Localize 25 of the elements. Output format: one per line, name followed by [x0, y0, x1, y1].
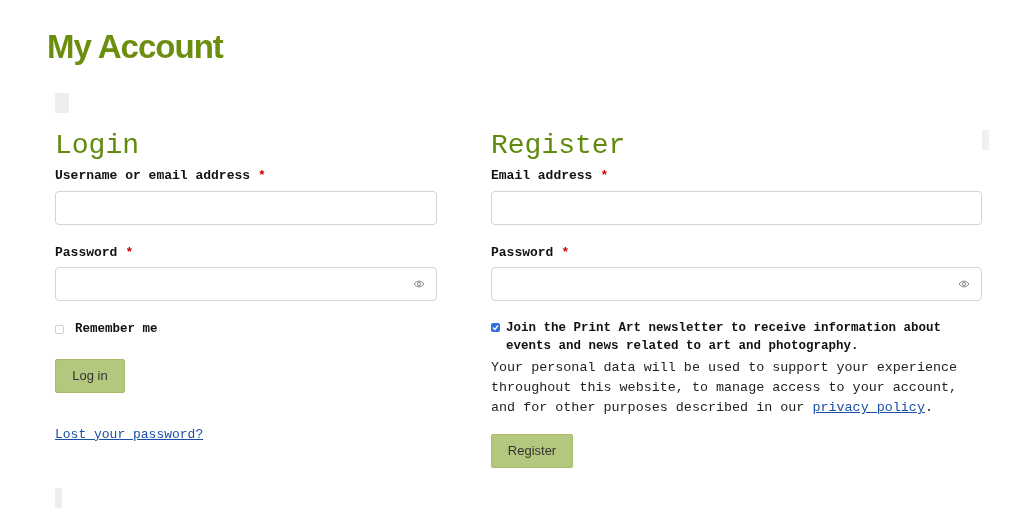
input-field[interactable] — [491, 190, 982, 225]
field-label: Username or email address — [55, 167, 251, 185]
lost-password-link[interactable]: Lost your password? — [55, 424, 204, 445]
section-heading: Login — [55, 130, 140, 162]
required-mark: * — [258, 167, 266, 185]
checkbox-label: Remember me — [75, 321, 158, 338]
required-mark: * — [561, 243, 570, 262]
section-heading: Register — [491, 130, 627, 162]
page-title: My Account — [47, 27, 223, 67]
required-mark: * — [600, 167, 609, 185]
privacy-notice: Your personal data will be used to support your experience throughout this website, to manage access to your account, and for other purposes described in our privacy policy. — [491, 359, 959, 417]
register-button[interactable]: Register — [491, 434, 573, 468]
field-label: Password — [55, 243, 118, 262]
eye-icon[interactable] — [413, 279, 425, 289]
password-field[interactable] — [55, 267, 437, 301]
field-label: Password — [491, 243, 554, 262]
eye-icon[interactable] — [958, 279, 970, 289]
password-field[interactable] — [491, 267, 982, 301]
field-label: Email address — [491, 167, 593, 185]
input-field[interactable] — [55, 190, 437, 225]
privacy-policy-link[interactable]: privacy policy — [812, 400, 925, 415]
required-mark: * — [125, 243, 134, 262]
checkbox[interactable] — [55, 324, 64, 334]
login-button[interactable]: Log in — [55, 358, 125, 393]
checkbox-label: Join the Print Art newsletter to receive information about events and news related to art and photography. — [506, 320, 943, 355]
